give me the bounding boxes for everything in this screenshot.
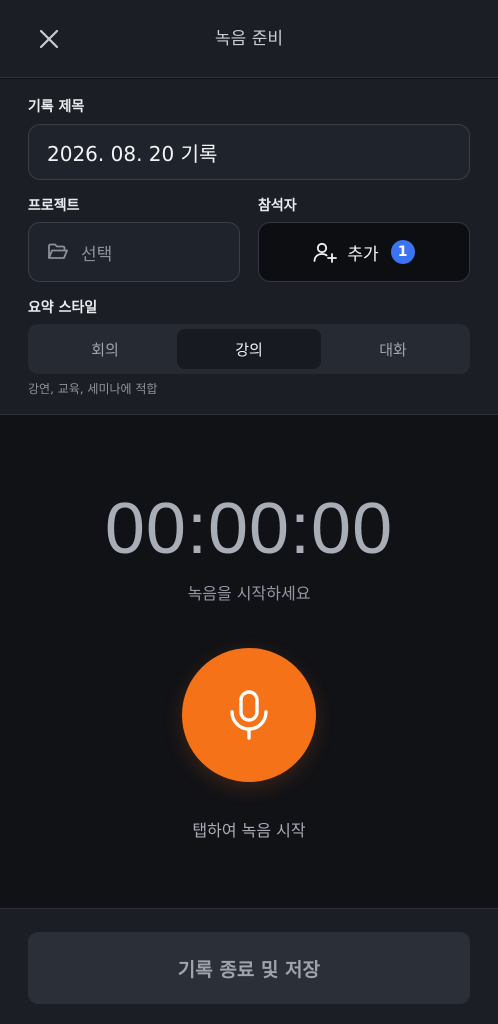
record-button[interactable] [182, 648, 316, 782]
footer: 기록 종료 및 저장 [0, 908, 498, 1024]
add-participant-label: 추가 [347, 244, 379, 265]
style-option-conversation[interactable]: 대화 [321, 329, 465, 369]
folder-open-icon [48, 243, 68, 259]
record-title-input[interactable] [28, 124, 470, 180]
close-icon [39, 29, 59, 49]
add-participant-button[interactable]: 추가 1 [258, 222, 470, 282]
record-title-label: 기록 제목 [28, 99, 85, 115]
recorder-area: 00:00:00 녹음을 시작하세요 탭하여 녹음 시작 [0, 416, 498, 908]
style-hint: 강연, 교육, 세미나에 적합 [28, 382, 158, 396]
header: 녹음 준비 [0, 0, 498, 78]
project-select[interactable]: 선택 [28, 222, 240, 282]
project-select-placeholder: 선택 [81, 244, 113, 265]
user-plus-icon [313, 242, 338, 263]
end-and-save-button[interactable]: 기록 종료 및 저장 [28, 932, 470, 1004]
setup-panel: 기록 제목 프로젝트 참석자 선택 추가 1 요약 스타일 회의 강의 대화 [0, 79, 498, 415]
style-option-meeting[interactable]: 회의 [33, 329, 177, 369]
close-button[interactable] [30, 20, 68, 58]
summary-style-label: 요약 스타일 [28, 300, 98, 316]
project-label: 프로젝트 [28, 198, 80, 214]
microphone-icon [230, 690, 268, 740]
style-option-lecture[interactable]: 강의 [177, 329, 321, 369]
summary-style-selector: 회의 강의 대화 [28, 324, 470, 374]
recording-timer: 00:00:00 [104, 489, 394, 569]
participants-label: 참석자 [258, 198, 297, 214]
participant-count-badge: 1 [390, 240, 415, 264]
recording-setup-screen: 녹음 준비 기록 제목 프로젝트 참석자 선택 추가 1 요약 스타일 회의 강 [0, 0, 498, 1024]
tap-to-record-hint: 탭하여 녹음 시작 [192, 821, 306, 840]
page-title: 녹음 준비 [215, 29, 283, 49]
recording-status: 녹음을 시작하세요 [187, 584, 311, 603]
